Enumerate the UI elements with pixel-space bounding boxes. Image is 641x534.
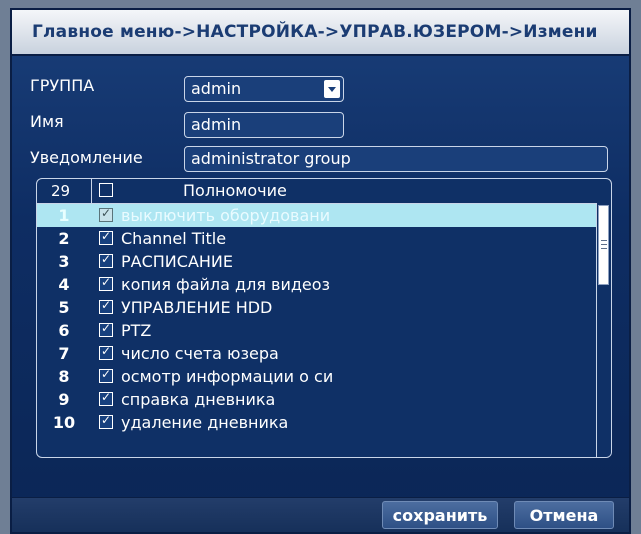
permission-checkbox[interactable] bbox=[99, 206, 113, 222]
list-scrollbar[interactable] bbox=[596, 203, 611, 457]
row-number: 1 bbox=[58, 206, 70, 225]
row-number: 2 bbox=[58, 229, 70, 248]
name-label: Имя bbox=[30, 112, 64, 131]
list-item[interactable]: 3 РАСПИСАНИЕ bbox=[37, 250, 597, 273]
list-item[interactable]: 9 справка дневника bbox=[37, 388, 597, 411]
grip-line bbox=[601, 244, 607, 245]
row-number: 6 bbox=[58, 321, 70, 340]
edit-user-dialog: Главное меню->НАСТРОЙКА->УПРАВ.ЮЗЕРОМ->И… bbox=[10, 8, 631, 534]
list-item[interactable]: 6 PTZ bbox=[37, 319, 597, 342]
grip-line bbox=[601, 240, 607, 241]
row-number: 3 bbox=[58, 252, 70, 271]
permission-checkbox[interactable] bbox=[99, 321, 113, 337]
list-item[interactable]: 4 копия файла для видеоз bbox=[37, 273, 597, 296]
permission-checkbox[interactable] bbox=[99, 390, 113, 406]
row-number: 4 bbox=[58, 275, 70, 294]
permission-label: выключить оборудовани bbox=[121, 206, 331, 225]
row-number: 8 bbox=[58, 367, 70, 386]
action-bar: сохранить Отмена bbox=[12, 497, 629, 532]
permissions-count: 29 bbox=[51, 182, 71, 200]
permission-checkbox[interactable] bbox=[99, 413, 113, 429]
row-number: 5 bbox=[58, 298, 70, 317]
permission-label: УПРАВЛЕНИЕ HDD bbox=[121, 298, 273, 317]
list-item[interactable]: 10 удаление дневника bbox=[37, 411, 597, 434]
notice-label: Уведомление bbox=[30, 148, 143, 167]
permission-checkbox[interactable] bbox=[99, 229, 113, 245]
row-number: 10 bbox=[52, 413, 76, 432]
permissions-list: 29 Полномочие 1 выключить оборудовани 2 … bbox=[36, 178, 612, 458]
row-number: 9 bbox=[58, 390, 70, 409]
permission-checkbox[interactable] bbox=[99, 344, 113, 360]
permission-checkbox[interactable] bbox=[99, 367, 113, 383]
list-item[interactable]: 8 осмотр информации о си bbox=[37, 365, 597, 388]
permissions-header: 29 Полномочие bbox=[37, 179, 611, 204]
permission-label: PTZ bbox=[121, 321, 152, 340]
permission-label: осмотр информации о си bbox=[121, 367, 334, 386]
group-select-value: admin bbox=[191, 79, 242, 98]
title-bar: Главное меню->НАСТРОЙКА->УПРАВ.ЮЗЕРОМ->И… bbox=[12, 10, 629, 56]
permission-checkbox[interactable] bbox=[99, 298, 113, 314]
permission-label: копия файла для видеоз bbox=[121, 275, 331, 294]
permissions-column-title: Полномочие bbox=[183, 181, 287, 200]
permission-label: удаление дневника bbox=[121, 413, 289, 432]
cancel-button[interactable]: Отмена bbox=[514, 501, 614, 529]
save-button[interactable]: сохранить bbox=[382, 501, 498, 529]
select-all-checkbox[interactable] bbox=[99, 183, 113, 197]
list-item[interactable]: 1 выключить оборудовани bbox=[37, 204, 597, 227]
list-item[interactable]: 7 число счета юзера bbox=[37, 342, 597, 365]
group-select[interactable]: admin bbox=[184, 76, 344, 102]
permission-checkbox[interactable] bbox=[99, 275, 113, 291]
permission-label: РАСПИСАНИЕ bbox=[121, 252, 233, 271]
permission-label: число счета юзера bbox=[121, 344, 279, 363]
group-label: ГРУППА bbox=[30, 76, 95, 95]
grip-line bbox=[601, 248, 607, 249]
scrollbar-thumb[interactable] bbox=[598, 205, 609, 285]
breadcrumb-title: Главное меню->НАСТРОЙКА->УПРАВ.ЮЗЕРОМ->И… bbox=[32, 22, 598, 42]
column-divider bbox=[91, 179, 92, 203]
row-number: 7 bbox=[58, 344, 70, 363]
permission-label: справка дневника bbox=[121, 390, 276, 409]
chevron-down-icon[interactable] bbox=[324, 80, 340, 98]
list-item[interactable]: 2 Channel Title bbox=[37, 227, 597, 250]
list-item[interactable]: 5 УПРАВЛЕНИЕ HDD bbox=[37, 296, 597, 319]
permission-checkbox[interactable] bbox=[99, 252, 113, 268]
name-input[interactable]: admin bbox=[184, 112, 344, 138]
permission-label: Channel Title bbox=[121, 229, 227, 248]
notice-input[interactable]: administrator group bbox=[184, 146, 608, 172]
